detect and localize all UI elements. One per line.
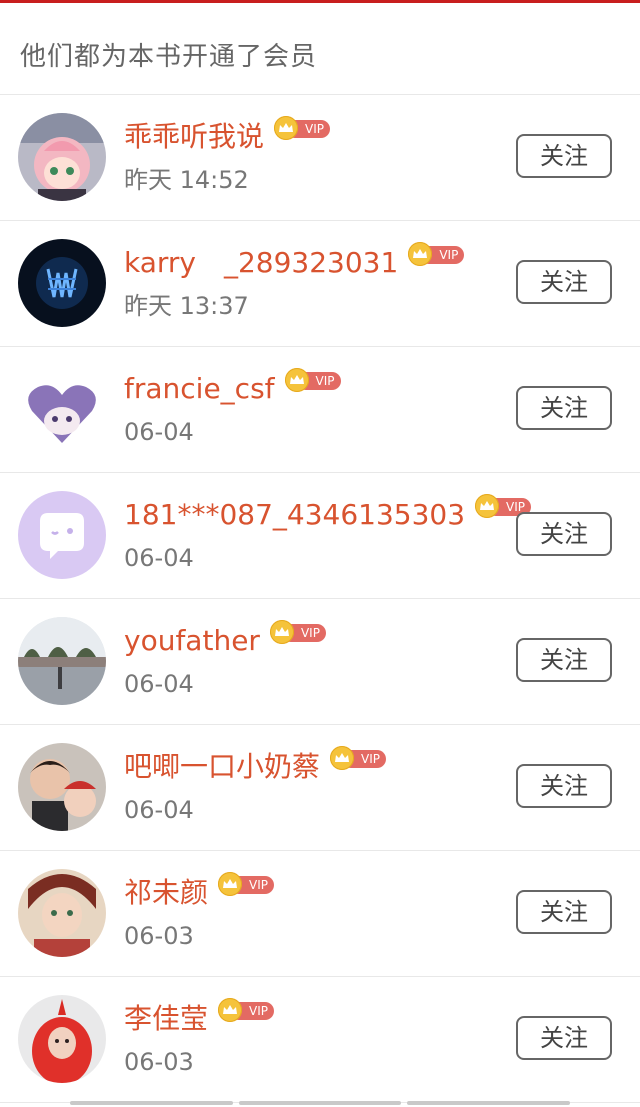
- scroll-segment: [238, 1101, 402, 1105]
- follow-button[interactable]: 关注: [516, 1016, 612, 1060]
- member-row[interactable]: 祁未颜 VIP 06-03 关注: [0, 851, 640, 977]
- crown-icon: [218, 998, 243, 1022]
- member-name[interactable]: 乖乖听我说: [124, 117, 264, 157]
- member-name[interactable]: youfather: [124, 621, 260, 661]
- join-time: 06-04: [124, 796, 194, 824]
- follow-button[interactable]: 关注: [516, 512, 612, 556]
- vip-badge: VIP: [218, 872, 276, 896]
- crown-icon: [269, 620, 294, 644]
- avatar[interactable]: [18, 869, 106, 957]
- avatar[interactable]: [18, 743, 106, 831]
- member-name[interactable]: 李佳莹: [124, 999, 208, 1039]
- avatar[interactable]: [18, 113, 106, 201]
- member-name[interactable]: 祁未颜: [124, 873, 208, 913]
- follow-button[interactable]: 关注: [516, 638, 612, 682]
- follow-button[interactable]: 关注: [516, 260, 612, 304]
- member-row[interactable]: francie_csf VIP 06-04 关注: [0, 347, 640, 473]
- vip-badge: VIP: [269, 620, 328, 644]
- purple-heart-boy-avatar-icon: [18, 365, 106, 453]
- avatar[interactable]: [18, 617, 106, 705]
- default-chat-avatar-icon: [18, 491, 106, 579]
- crown-icon: [274, 116, 299, 140]
- follow-button[interactable]: 关注: [516, 764, 612, 808]
- member-row[interactable]: 吧唧一口小奶蔡 VIP 06-04 关注: [0, 725, 640, 851]
- member-name[interactable]: francie_csf: [124, 369, 275, 409]
- member-row[interactable]: 181***087_4346135303 VIP 06-04 关注: [0, 473, 640, 599]
- join-time: 06-04: [124, 418, 194, 446]
- join-time: 06-04: [124, 670, 194, 698]
- join-time: 06-03: [124, 922, 194, 950]
- member-name[interactable]: 181***087_4346135303: [124, 495, 465, 535]
- vip-badge: VIP: [330, 746, 388, 770]
- member-name[interactable]: 吧唧一口小奶蔡: [124, 747, 320, 787]
- avatar[interactable]: [18, 365, 106, 453]
- vip-badge: VIP: [284, 368, 343, 392]
- illustrated-character-avatar-icon: [18, 869, 106, 957]
- member-name[interactable]: karry _289323031: [124, 243, 398, 283]
- avatar[interactable]: [18, 995, 106, 1083]
- member-row[interactable]: 乖乖听我说 VIP 昨天 14:52 关注: [0, 95, 640, 221]
- scroll-indicator: [70, 1101, 571, 1105]
- join-time: 06-03: [124, 1048, 194, 1076]
- avatar[interactable]: [18, 239, 106, 327]
- scroll-segment: [407, 1101, 571, 1105]
- park-photo-avatar-icon: [18, 617, 106, 705]
- vip-badge: VIP: [274, 116, 332, 140]
- members-header: 他们都为本书开通了会员: [0, 3, 640, 95]
- vip-badge: VIP: [408, 242, 466, 266]
- follow-button[interactable]: 关注: [516, 134, 612, 178]
- anime-pink-hair-avatar-icon: [18, 113, 106, 201]
- page-title: 他们都为本书开通了会员: [20, 42, 318, 72]
- follow-button[interactable]: 关注: [516, 386, 612, 430]
- join-time: 06-04: [124, 544, 194, 572]
- red-costume-avatar-icon: [18, 995, 106, 1083]
- blue-glow-logo-avatar-icon: [18, 239, 106, 327]
- member-list: 乖乖听我说 VIP 昨天 14:52 关注 karry _289323031 V: [0, 95, 640, 1103]
- follow-button[interactable]: 关注: [516, 890, 612, 934]
- join-time: 昨天 13:37: [124, 292, 249, 320]
- crown-icon: [218, 872, 243, 896]
- member-row[interactable]: youfather VIP 06-04 关注: [0, 599, 640, 725]
- crown-icon: [475, 494, 500, 518]
- crown-icon: [330, 746, 355, 770]
- crown-icon: [284, 368, 309, 392]
- couple-photo-avatar-icon: [18, 743, 106, 831]
- member-row[interactable]: 李佳莹 VIP 06-03 关注: [0, 977, 640, 1103]
- vip-badge: VIP: [218, 998, 276, 1022]
- join-time: 昨天 14:52: [124, 166, 249, 194]
- avatar[interactable]: [18, 491, 106, 579]
- scroll-segment: [70, 1101, 233, 1105]
- member-row[interactable]: karry _289323031 VIP 昨天 13:37 关注: [0, 221, 640, 347]
